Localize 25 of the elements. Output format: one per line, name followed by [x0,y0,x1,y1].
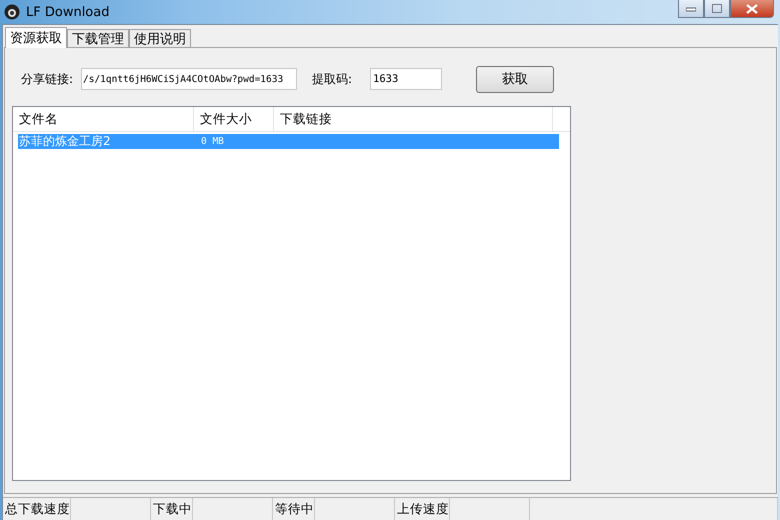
table-cell-text: 苏菲的炼金工房2 [18,133,112,150]
extract-code-field[interactable]: 1633 [370,68,442,90]
share-link-field[interactable]: /s/1qntt6jH6WCiSjA4COtOAbw?pwd=1633 [81,68,297,90]
share-link-label: 分享链接: [21,70,74,88]
window-title: LF Download [26,4,110,20]
status-text: 总下载速度 [3,498,71,520]
maximize-icon [712,4,722,13]
status-text: 等待中 [273,498,315,520]
status-text: 上传速度 [395,498,450,520]
maximize-button[interactable] [704,0,730,18]
close-button[interactable] [730,0,774,18]
extract-code-label: 提取码: [312,70,354,88]
tab[interactable]: 资源获取 [5,27,67,48]
minimize-button[interactable] [678,0,704,18]
column-header[interactable]: 文件名 [13,107,194,131]
fetch-button[interactable]: 获取 [476,66,554,92]
column-header[interactable]: 下载链接 [274,107,553,131]
table-cell: 0 MB [200,136,224,147]
close-icon [746,4,758,14]
minimize-icon [686,6,696,12]
tab[interactable]: 下载管理 [67,29,129,48]
status-text: 下载中 [151,498,193,520]
app-icon [4,4,20,20]
tab[interactable]: 使用说明 [129,29,191,48]
column-header[interactable]: 文件大小 [194,107,274,131]
